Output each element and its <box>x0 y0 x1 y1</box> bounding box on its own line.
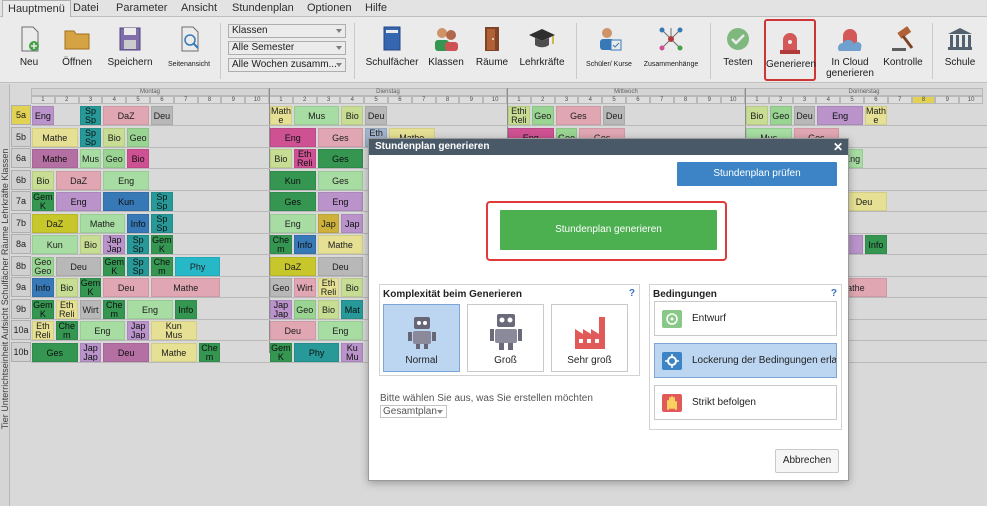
plan-type-select[interactable]: Gesamtplan <box>380 405 447 418</box>
dialog-title: Stundenplan generieren <box>369 139 848 155</box>
condition-entwurf[interactable]: Entwurf <box>654 301 837 336</box>
check-timetable-button[interactable]: Stundenplan prüfen <box>677 162 837 186</box>
complexity-gross[interactable]: Groß <box>467 304 544 372</box>
complexity-panel: Komplexität beim Generieren ? Normal Gro… <box>379 284 640 376</box>
generate-dialog: Stundenplan generieren ✕ Stundenplan prü… <box>368 138 849 481</box>
draft-target-icon <box>662 310 682 328</box>
condition-strikt[interactable]: Strikt befolgen <box>654 385 837 420</box>
complexity-sehr-gross-label: Sehr groß <box>567 355 612 366</box>
condition-lockerung-label: Lockerung der Bedingungen erlau <box>692 355 837 366</box>
generate-timetable-button[interactable]: Stundenplan generieren <box>500 210 717 250</box>
choose-label: Bitte wählen Sie aus, was Sie erstellen … <box>380 393 593 404</box>
conditions-title: Bedingungen <box>653 289 717 300</box>
robot-small-icon <box>408 317 436 349</box>
complexity-normal[interactable]: Normal <box>383 304 460 372</box>
condition-strikt-label: Strikt befolgen <box>692 397 756 408</box>
complexity-title: Komplexität beim Generieren <box>383 289 522 300</box>
complexity-normal-label: Normal <box>405 355 438 366</box>
hand-stop-icon <box>662 394 682 412</box>
conditions-panel: Bedingungen ? Entwurf Lockerung der Bedi… <box>649 284 842 430</box>
help-icon[interactable]: ? <box>629 288 635 299</box>
condition-entwurf-label: Entwurf <box>692 313 726 324</box>
gear-icon <box>662 352 682 370</box>
close-icon[interactable]: ✕ <box>833 139 843 155</box>
factory-icon <box>575 317 605 349</box>
complexity-sehr-gross[interactable]: Sehr groß <box>551 304 628 372</box>
cancel-button[interactable]: Abbrechen <box>775 449 839 473</box>
plan-type-value: Gesamtplan <box>383 406 437 417</box>
complexity-gross-label: Groß <box>494 355 517 366</box>
chevron-down-icon <box>437 410 443 414</box>
help-icon[interactable]: ? <box>831 288 837 299</box>
robot-large-icon <box>490 314 522 350</box>
condition-lockerung[interactable]: Lockerung der Bedingungen erlau <box>654 343 837 378</box>
